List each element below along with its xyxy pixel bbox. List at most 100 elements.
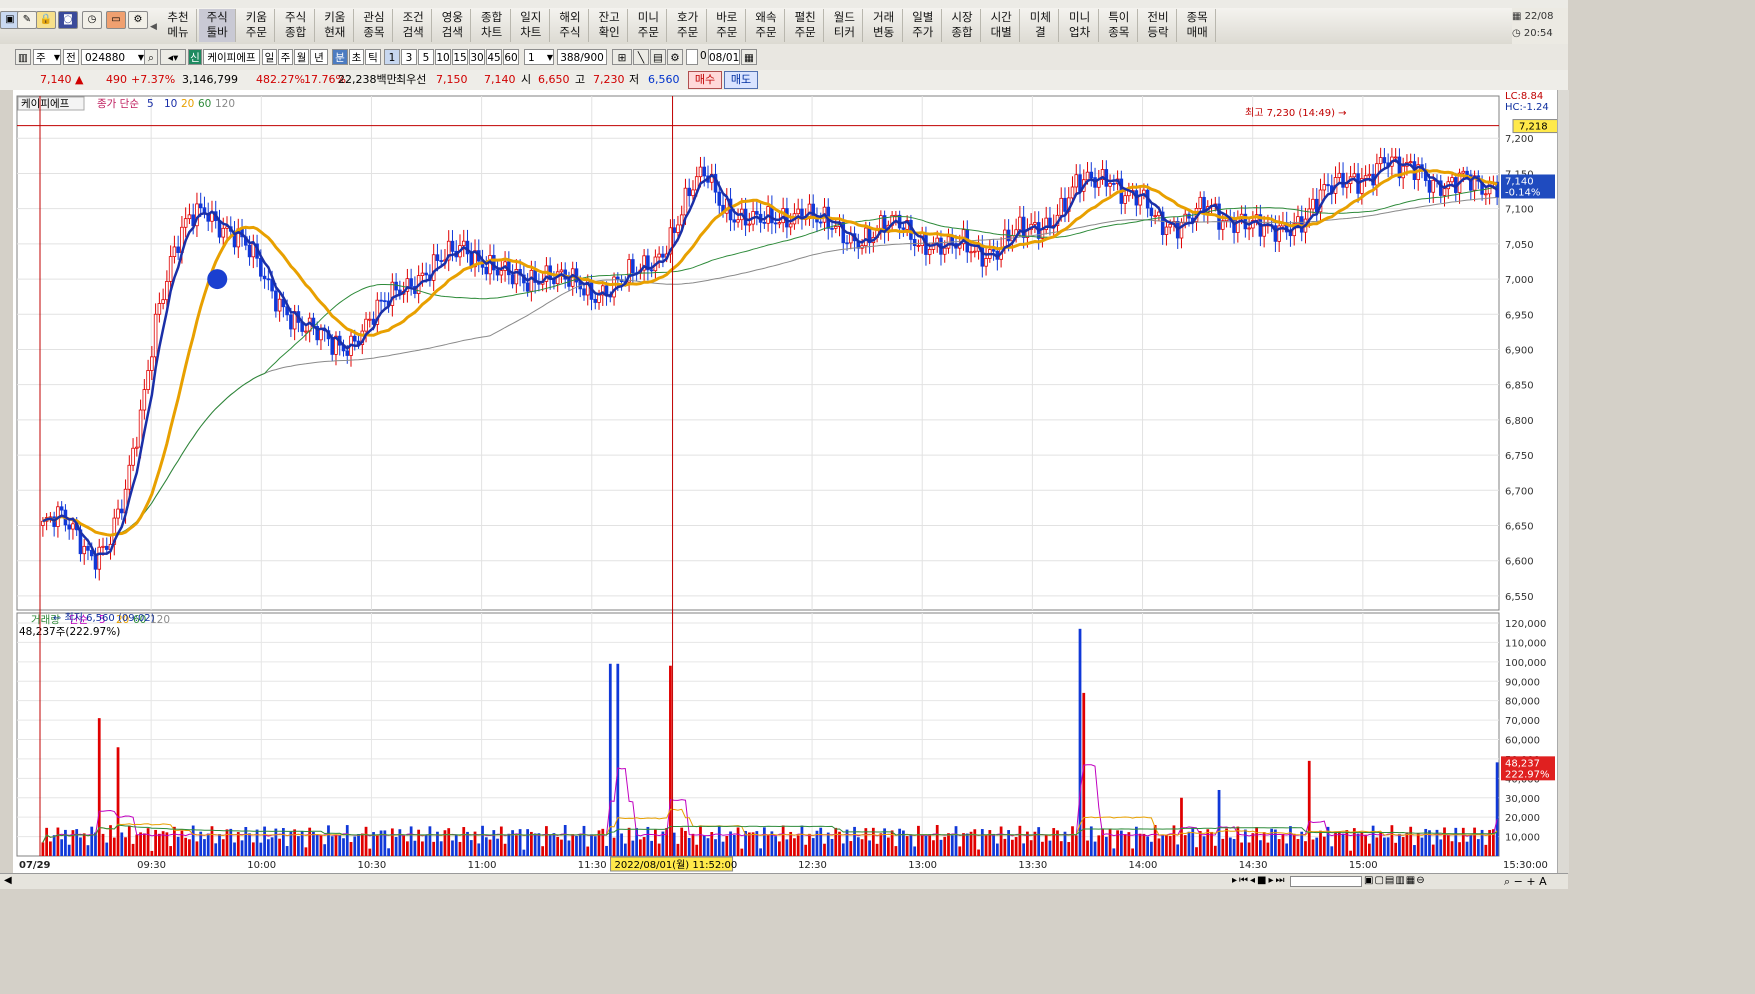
chart-type-icon[interactable]: ▥ [15,49,31,65]
toolbar-button-23[interactable]: 미니 업차 [1062,9,1099,42]
toolbar-button-20[interactable]: 시장 종합 [944,9,981,42]
toolbar-button-label: 추천 [167,10,189,24]
toolbar-button-7[interactable]: 영웅 검색 [434,9,472,42]
toolbar-button-2[interactable]: 키움 주문 [238,9,276,42]
toolbar-button-14[interactable]: 바로 주문 [709,9,746,42]
toolbar-button-5[interactable]: 관심 종목 [356,9,393,42]
toolbar-button-17[interactable]: 월드 티커 [826,9,864,42]
view-tools-icon[interactable]: ▣▢▤▥▦⊖ [1364,875,1426,886]
volume-bar [578,834,582,856]
volume-bar [1127,832,1131,856]
toolbar-button-9[interactable]: 일지 차트 [513,9,550,42]
indicator-icon[interactable]: ⊞ [612,49,632,65]
toolbar-button-8[interactable]: 종합 차트 [474,9,511,42]
chart-area[interactable]: 7,2007,1507,1007,0507,0006,9506,9006,850… [13,90,1568,888]
toolbar-button-21[interactable]: 시간 대별 [983,9,1021,42]
minute-option-15[interactable]: 15 [452,49,468,65]
candle-body [127,464,132,490]
scroll-left-icon[interactable]: ◀ [4,875,12,886]
period-week[interactable]: 주 [278,49,293,65]
toolbar-button-6[interactable]: 조건 검색 [395,9,433,42]
volume-bar [330,836,334,856]
volume-bar [240,840,244,856]
settings-icon[interactable]: ⚙ [667,49,683,65]
minute-option-1[interactable]: 1 [384,49,400,65]
lock-icon[interactable]: 🔒 [36,11,56,29]
date-checkbox[interactable] [686,49,698,65]
toolbar-button-18[interactable]: 거래 변동 [866,9,903,42]
volume-bar [1330,846,1334,856]
volume-bar [402,835,405,856]
market-select[interactable]: 주 ▼ [33,49,61,65]
minute-option-10[interactable]: 10 [435,49,451,65]
save-icon[interactable]: ▤ [650,49,666,65]
sell-button[interactable]: 매도 [724,71,758,89]
unit-select[interactable]: 1 ▼ [524,49,554,65]
toolbar-button-26[interactable]: 종목 매매 [1179,9,1217,42]
toolbar-button-24[interactable]: 특이 종목 [1101,9,1138,42]
toolbar-button-12[interactable]: 미니 주문 [630,9,668,42]
toolbar-button-10[interactable]: 해외 주식 [552,9,589,42]
time-tick-label: 10:30 [357,860,386,871]
speaker-icon[interactable]: ◂▾ [160,49,186,65]
volume-bar [1089,826,1093,856]
toolbar-button-22[interactable]: 미체 결 [1022,9,1060,42]
buy-button[interactable]: 매수 [688,71,722,89]
toolbar-scroll-left-icon[interactable]: ◀ [150,22,157,32]
toolbar-button-1[interactable]: 주식 툴바 [199,9,237,42]
gear-icon[interactable]: ⚙ [128,11,148,29]
minute-option-5[interactable]: 5 [418,49,434,65]
toolbar-button-16[interactable]: 펼친 주문 [787,9,825,42]
horizontal-scrollbar[interactable]: ◀ ▸⏮◂■▸⏭ ▣▢▤▥▦⊖ ⌕ − + A [0,873,1568,889]
trend-icon[interactable]: ╲ [633,49,649,65]
range-select[interactable]: 전 [63,49,79,65]
zoom-controls-icon[interactable]: ⌕ − + A [1504,875,1547,889]
candle-body [676,224,680,233]
period-tick[interactable]: 틱 [365,49,381,65]
toolbar-button-15[interactable]: 왜속 주문 [748,9,785,42]
zoom-slider[interactable] [1290,876,1362,887]
toolbar-button-25[interactable]: 전비 등락 [1140,9,1177,42]
toolbar-button-label: 바로 [716,10,738,24]
clock-icon[interactable]: ◷ [82,11,102,29]
stock-code-input[interactable]: 024880 ▼ [81,49,145,65]
period-month[interactable]: 월 [294,49,309,65]
volume-bar [973,829,977,856]
screen-icon[interactable]: ◙ [58,11,78,29]
period-second[interactable]: 초 [349,49,364,65]
monitor-icon[interactable]: ▭ [106,11,126,29]
period-minute[interactable]: 분 [332,49,348,65]
toolbar-button-0[interactable]: 추천 메뉴 [160,9,197,42]
volume-bar [819,827,823,856]
minute-option-60[interactable]: 60 [503,49,519,65]
toolbar-button-19[interactable]: 일별 주가 [905,9,942,42]
pencil-icon[interactable]: ✎ [17,11,37,29]
volume-bar [41,842,45,856]
period-year[interactable]: 년 [310,49,328,65]
volume-bar [995,843,999,856]
minute-option-3[interactable]: 3 [401,49,417,65]
data-count-field[interactable]: 388/900 [557,49,607,65]
candle-body [649,269,654,272]
toolbar-button-3[interactable]: 주식 종합 [278,9,315,42]
volume-bar [939,839,943,856]
volume-bar [1172,825,1176,856]
minute-option-30[interactable]: 30 [469,49,485,65]
calendar-picker-icon[interactable]: ▦ [741,49,757,65]
chart-canvas[interactable]: 7,2007,1507,1007,0507,0006,9506,9006,850… [13,90,1568,873]
toolbar-button-11[interactable]: 잔고 확인 [591,9,629,42]
toolbar-button-13[interactable]: 호가 주문 [670,9,707,42]
candle-body [683,187,688,216]
volume-bar [695,844,699,856]
volume-bar [845,829,849,856]
date-input[interactable]: 08/01 [708,49,740,65]
candle-body [221,227,226,238]
candle-body [183,218,188,228]
period-day[interactable]: 일 [262,49,277,65]
volume-bar [841,843,845,856]
minute-option-45[interactable]: 45 [486,49,502,65]
search-icon[interactable]: ⌕ [144,49,158,65]
toolbar-button-4[interactable]: 키움 현재 [317,9,354,42]
volume-bar [1405,832,1409,856]
scroll-controls-icon[interactable]: ▸⏮◂■▸⏭ [1232,875,1287,886]
